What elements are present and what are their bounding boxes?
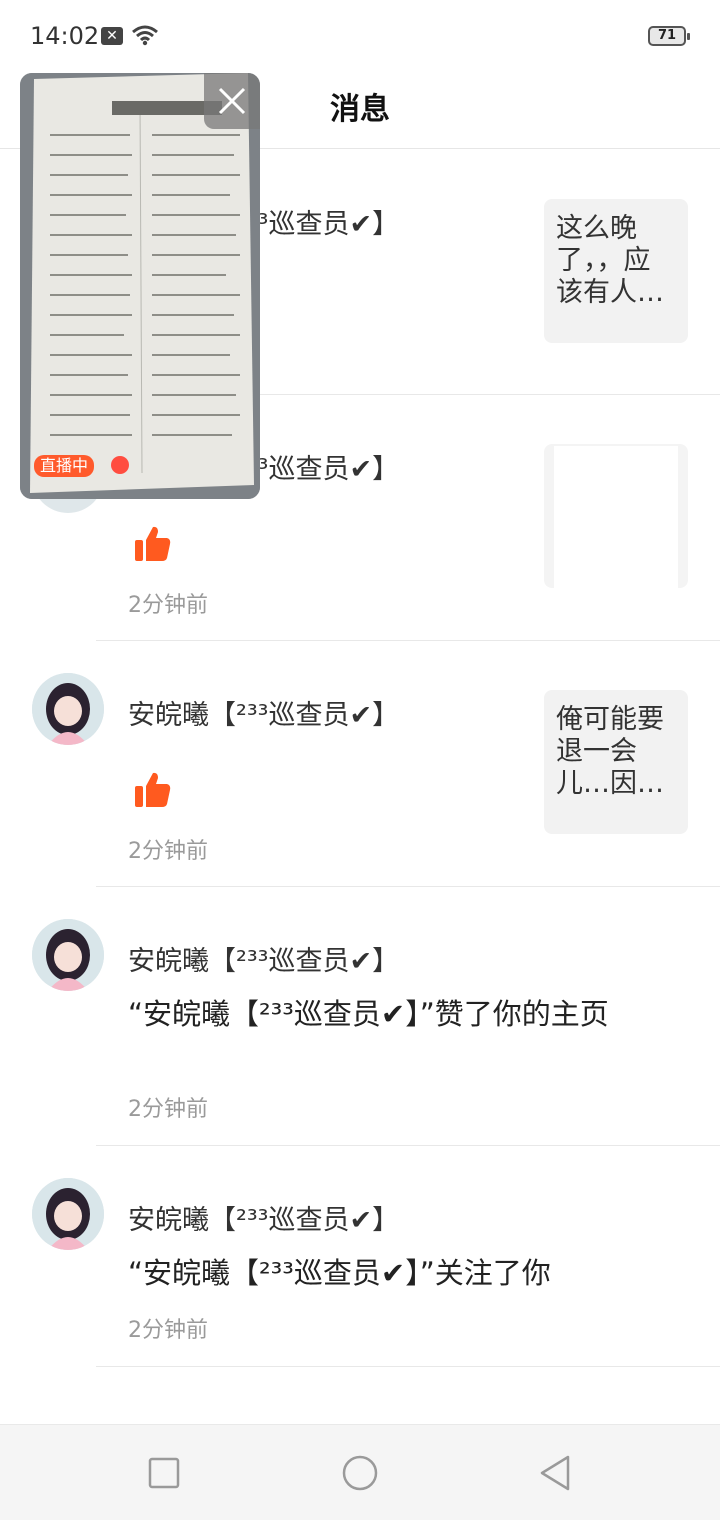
avatar-image <box>32 919 104 991</box>
thumbnail-image <box>554 446 678 588</box>
record-dot-icon <box>111 456 129 474</box>
message-time: 2分钟前 <box>128 1318 208 1343</box>
message-time: 2分钟前 <box>128 1097 208 1122</box>
message-item[interactable]: 安皖曦【²³³巡查员✔】 2分钟前 俺可能要退一会儿…因… <box>0 641 720 886</box>
avatar-image <box>32 673 104 745</box>
x-box-icon: ✕ <box>101 27 123 45</box>
avatar[interactable] <box>32 919 104 991</box>
divider <box>96 1366 720 1367</box>
message-text: “安皖曦【²³³巡查员✔】”赞了你的主页 <box>128 997 609 1031</box>
message-text: “安皖曦【²³³巡查员✔】”关注了你 <box>128 1256 551 1290</box>
sender-name[interactable]: 安皖曦【²³³巡查员✔】 <box>128 939 399 978</box>
message-thumbnail[interactable] <box>544 444 688 588</box>
live-badge: 直播中 <box>34 455 95 477</box>
sender-name[interactable]: 安皖曦【²³³巡查员✔】 <box>128 693 399 732</box>
message-time: 2分钟前 <box>128 593 208 618</box>
wifi-icon <box>132 25 158 46</box>
message-item[interactable]: 安皖曦【²³³巡查员✔】 “安皖曦【²³³巡查员✔】”赞了你的主页 2分钟前 <box>0 887 720 1145</box>
system-nav-bar <box>0 1424 720 1520</box>
avatar[interactable] <box>32 673 104 745</box>
battery-icon: 71 <box>648 26 690 46</box>
avatar-image <box>32 1178 104 1250</box>
close-icon <box>218 87 246 115</box>
avatar[interactable] <box>32 1178 104 1250</box>
live-video-frame <box>20 73 260 499</box>
floating-live-player[interactable]: 直播中 <box>20 73 260 499</box>
recent-apps-button[interactable] <box>144 1453 184 1493</box>
status-bar: 14:02 ✕ 71 <box>0 0 720 72</box>
status-time: 14:02 <box>30 22 100 50</box>
home-button[interactable] <box>340 1453 380 1493</box>
sender-name[interactable]: 安皖曦【²³³巡查员✔】 <box>128 1198 399 1237</box>
thumbs-up-icon <box>135 772 171 807</box>
message-thumbnail[interactable]: 这么晚了，，应该有人… <box>544 199 688 343</box>
message-thumbnail[interactable]: 俺可能要退一会儿…因… <box>544 690 688 834</box>
message-time: 2分钟前 <box>128 839 208 864</box>
back-button[interactable] <box>536 1453 576 1493</box>
close-button[interactable] <box>204 73 260 129</box>
message-item[interactable]: 安皖曦【²³³巡查员✔】 “安皖曦【²³³巡查员✔】”关注了你 2分钟前 <box>0 1146 720 1366</box>
thumbs-up-icon <box>135 526 171 561</box>
